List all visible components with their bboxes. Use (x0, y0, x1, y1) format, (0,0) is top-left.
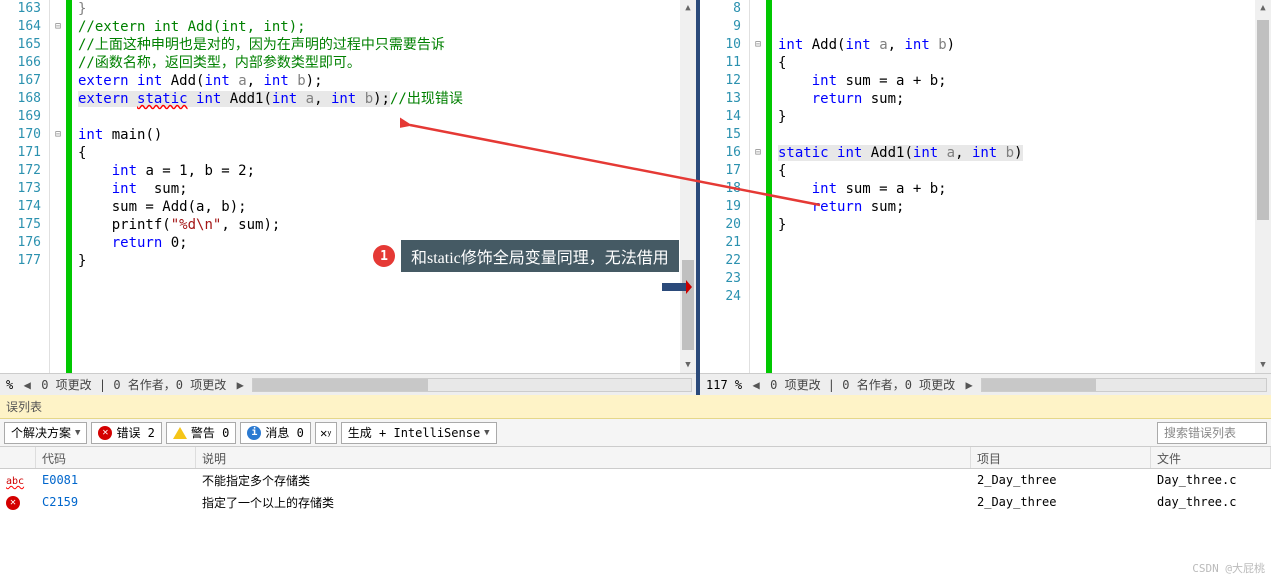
left-hscroll[interactable] (252, 378, 692, 392)
build-intellisense-dropdown[interactable]: 生成 + IntelliSense ▼ (341, 422, 497, 444)
right-hscroll[interactable] (981, 378, 1267, 392)
error-list-header: 误列表 (0, 395, 1271, 419)
annotation-overlay: 1 和static修饰全局变量同理，无法借用 (373, 240, 679, 272)
right-fold-gutter[interactable]: ⊟⊟ (750, 0, 766, 373)
watermark: CSDN @大屁桃 (1192, 560, 1265, 576)
warnings-filter-button[interactable]: 警告 0 (166, 422, 236, 444)
nav-right-icon[interactable]: ▶ (232, 378, 248, 392)
right-line-gutter: 89101112131415161718192021222324 (700, 0, 750, 373)
error-list-toolbar: 个解决方案 ▼ ✕ 错误 2 警告 0 i 消息 0 ✕y 生成 + Intel… (0, 419, 1271, 447)
col-code[interactable]: 代码 (36, 447, 196, 468)
scroll-up-icon[interactable]: ▲ (1255, 0, 1271, 16)
left-fold-gutter[interactable]: ⊟⊟ (50, 0, 66, 373)
nav-left-icon[interactable]: ◀ (748, 378, 764, 392)
error-list-panel: 误列表 个解决方案 ▼ ✕ 错误 2 警告 0 i 消息 0 ✕y 生成 + I… (0, 395, 1271, 513)
col-description[interactable]: 说明 (196, 447, 971, 468)
right-editor-pane: 89101112131415161718192021222324 ⊟⊟ int … (700, 0, 1271, 395)
error-icon: ✕ (98, 426, 112, 440)
scroll-thumb[interactable] (1257, 20, 1269, 220)
annotation-badge: 1 (373, 245, 395, 267)
warning-icon (173, 427, 187, 439)
scroll-thumb[interactable] (682, 260, 694, 350)
col-icon[interactable] (0, 447, 36, 468)
nav-left-icon[interactable]: ◀ (19, 378, 35, 392)
error-row[interactable]: ✕C2159指定了一个以上的存储类2_Day_threeday_three.c (0, 491, 1271, 513)
info-icon: i (247, 426, 261, 440)
error-row[interactable]: abcE0081不能指定多个存储类2_Day_threeDay_three.c (0, 469, 1271, 491)
left-vscroll[interactable]: ▲ ▼ (680, 0, 696, 373)
solution-filter-dropdown[interactable]: 个解决方案 ▼ (4, 422, 87, 444)
changes-text: 0 项更改 | 0 名作者，0 项更改 (35, 376, 232, 393)
annotation-text: 和static修饰全局变量同理，无法借用 (401, 240, 679, 272)
error-rows-container: abcE0081不能指定多个存储类2_Day_threeDay_three.c✕… (0, 469, 1271, 513)
right-code-area[interactable]: 89101112131415161718192021222324 ⊟⊟ int … (700, 0, 1271, 373)
errors-filter-button[interactable]: ✕ 错误 2 (91, 422, 161, 444)
nav-right-icon[interactable]: ▶ (961, 378, 977, 392)
chevron-down-icon: ▼ (75, 428, 80, 438)
left-code-area[interactable]: 1631641651661671681691701711721731741751… (0, 0, 696, 373)
chevron-down-icon: ▼ (484, 428, 489, 438)
left-status-bar: % ◀ 0 项更改 | 0 名作者，0 项更改 ▶ (0, 373, 696, 395)
splitter-handle[interactable] (662, 283, 686, 291)
col-file[interactable]: 文件 (1151, 447, 1271, 468)
hscroll-thumb[interactable] (982, 379, 1096, 391)
scroll-down-icon[interactable]: ▼ (1255, 357, 1271, 373)
split-editor: 1631641651661671681691701711721731741751… (0, 0, 1271, 395)
right-status-bar: 117 % ◀ 0 项更改 | 0 名作者，0 项更改 ▶ (700, 373, 1271, 395)
left-line-gutter: 1631641651661671681691701711721731741751… (0, 0, 50, 373)
right-vscroll[interactable]: ▲ ▼ (1255, 0, 1271, 373)
error-grid-header: 代码 说明 项目 文件 (0, 447, 1271, 469)
search-error-list-input[interactable]: 搜索错误列表 (1157, 422, 1267, 444)
messages-count: 消息 0 (265, 424, 303, 441)
changes-text: 0 项更改 | 0 名作者，0 项更改 (764, 376, 961, 393)
left-editor-pane: 1631641651661671681691701711721731741751… (0, 0, 700, 395)
dropdown-label: 生成 + IntelliSense (348, 424, 480, 441)
left-code-content[interactable]: }//extern int Add(int, int);//上面这种申明也是对的… (72, 0, 696, 373)
clear-filter-button[interactable]: ✕y (315, 422, 337, 444)
warnings-count: 警告 0 (191, 424, 229, 441)
zoom-level[interactable]: 117 % (700, 378, 748, 392)
messages-filter-button[interactable]: i 消息 0 (240, 422, 310, 444)
errors-count: 错误 2 (116, 424, 154, 441)
col-project[interactable]: 项目 (971, 447, 1151, 468)
scroll-up-icon[interactable]: ▲ (680, 0, 696, 16)
zoom-level[interactable]: % (0, 378, 19, 392)
scroll-down-icon[interactable]: ▼ (680, 357, 696, 373)
dropdown-label: 个解决方案 (11, 424, 71, 441)
hscroll-thumb[interactable] (253, 379, 428, 391)
right-code-content[interactable]: int Add(int a, int b){ int sum = a + b; … (772, 0, 1271, 373)
